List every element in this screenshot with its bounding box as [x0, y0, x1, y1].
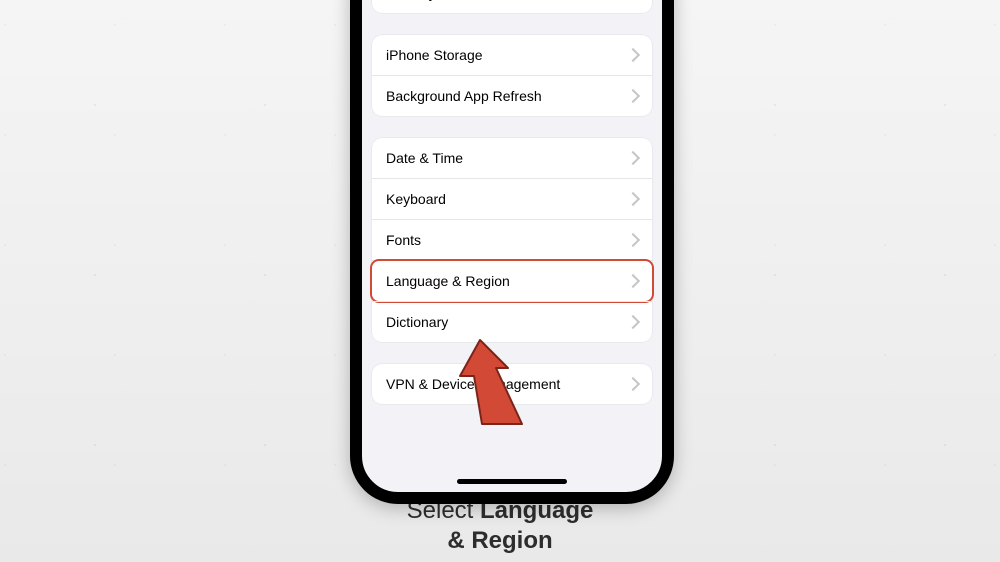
chevron-right-icon	[626, 315, 640, 329]
row-label: CarPlay	[386, 0, 628, 1]
row-vpn-device-management[interactable]: VPN & Device Management	[372, 364, 652, 404]
row-label: Background App Refresh	[386, 88, 628, 104]
row-label: Keyboard	[386, 191, 628, 207]
row-carplay[interactable]: CarPlay	[372, 0, 652, 13]
row-language-region[interactable]: Language & Region	[372, 260, 652, 301]
chevron-right-icon	[626, 377, 640, 391]
chevron-right-icon	[626, 233, 640, 247]
row-label: VPN & Device Management	[386, 376, 628, 392]
row-label: Language & Region	[386, 273, 628, 289]
chevron-right-icon	[626, 192, 640, 206]
instruction-caption: Select Language & Region	[0, 496, 1000, 556]
settings-group: iPhone Storage Background App Refresh	[372, 35, 652, 116]
settings-screen: Picture in Picture CarPlay iPhone Storag…	[362, 0, 662, 492]
chevron-right-icon	[626, 48, 640, 62]
phone-frame: Picture in Picture CarPlay iPhone Storag…	[350, 0, 674, 504]
tutorial-stage: Picture in Picture CarPlay iPhone Storag…	[0, 0, 1000, 562]
row-label: iPhone Storage	[386, 47, 628, 63]
row-background-app-refresh[interactable]: Background App Refresh	[372, 75, 652, 116]
row-date-time[interactable]: Date & Time	[372, 138, 652, 178]
settings-group: Picture in Picture CarPlay	[372, 0, 652, 13]
chevron-right-icon	[626, 151, 640, 165]
home-indicator	[457, 479, 567, 484]
row-label: Fonts	[386, 232, 628, 248]
row-iphone-storage[interactable]: iPhone Storage	[372, 35, 652, 75]
row-fonts[interactable]: Fonts	[372, 219, 652, 260]
row-dictionary[interactable]: Dictionary	[372, 301, 652, 342]
chevron-right-icon	[626, 89, 640, 103]
chevron-right-icon	[626, 274, 640, 288]
caption-bold: & Region	[447, 527, 552, 554]
row-label: Dictionary	[386, 314, 628, 330]
settings-group: Date & Time Keyboard Fonts Language & Re…	[372, 138, 652, 342]
row-keyboard[interactable]: Keyboard	[372, 178, 652, 219]
settings-group: VPN & Device Management	[372, 364, 652, 404]
row-label: Date & Time	[386, 150, 628, 166]
